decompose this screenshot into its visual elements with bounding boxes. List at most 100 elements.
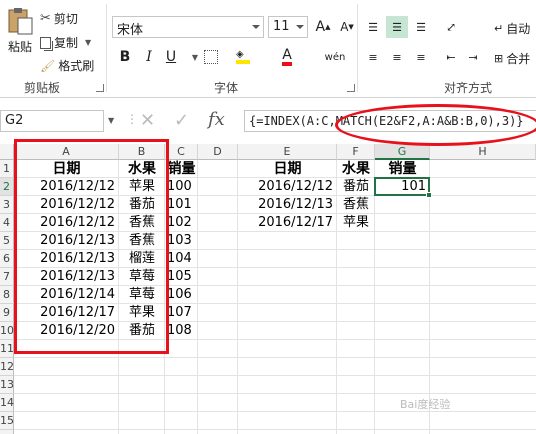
red-highlight-rectangle xyxy=(14,139,169,354)
grow-font-button[interactable]: A ▲ xyxy=(312,16,334,38)
row-header-14[interactable]: 14 xyxy=(0,394,14,412)
cell-f2[interactable]: 番茄 xyxy=(337,178,375,196)
borders-button[interactable] xyxy=(200,46,222,68)
fill-color-button[interactable]: ◈ xyxy=(232,46,254,68)
column-header-f[interactable]: F xyxy=(337,144,375,160)
font-dialog-launcher[interactable] xyxy=(347,84,355,92)
row-header-2[interactable]: 2 xyxy=(0,178,14,196)
cell-f1[interactable]: 水果 xyxy=(337,160,375,178)
underline-label: U xyxy=(165,49,177,65)
cell-e4[interactable]: 2016/12/17 xyxy=(238,214,337,232)
indent-icon: ⇤ xyxy=(446,50,456,64)
cell-c10[interactable]: 108 xyxy=(165,322,198,340)
row-header-7[interactable]: 7 xyxy=(0,268,14,286)
clipboard-dialog-launcher[interactable] xyxy=(96,84,104,92)
wrap-text-button[interactable]: ↵ 自动 xyxy=(494,20,530,37)
row-header-8[interactable]: 8 xyxy=(0,286,14,304)
merge-button[interactable]: ⊞ 合并 xyxy=(494,50,530,67)
row-header-1[interactable]: 1 xyxy=(0,160,14,178)
watermark: Bai度经验 xyxy=(400,398,451,411)
font-size-combo[interactable]: 11 xyxy=(268,16,308,38)
row-header-13[interactable]: 13 xyxy=(0,376,14,394)
name-box-dropdown-icon[interactable]: ▼ xyxy=(108,116,114,125)
formula-buttons: ▼ ⋮ ✕ ✓ fx xyxy=(108,109,240,132)
wrap-text-icon: ↵ xyxy=(494,22,504,35)
brush-icon: 🖌 xyxy=(40,58,56,73)
align-middle-icon: ☰ xyxy=(392,20,402,34)
font-name-value: 宋体 xyxy=(117,23,144,38)
column-header-e[interactable]: E xyxy=(238,144,337,160)
copy-label: 复制 xyxy=(54,36,79,50)
phonetic-button[interactable]: wén xyxy=(324,46,346,68)
paste-label: 粘贴 xyxy=(7,40,32,54)
orientation-button[interactable]: ⤢ xyxy=(440,16,462,38)
group-separator xyxy=(357,4,358,92)
column-header-c[interactable]: C xyxy=(165,144,198,160)
row-header-4[interactable]: 4 xyxy=(0,214,14,232)
active-cell-selection[interactable] xyxy=(374,177,432,198)
align-left-button[interactable]: ≡ xyxy=(362,46,384,68)
bold-button[interactable]: B xyxy=(114,46,136,68)
cell-c7[interactable]: 105 xyxy=(165,268,198,286)
font-color-button[interactable]: A xyxy=(276,46,298,68)
row-header-11[interactable]: 11 xyxy=(0,340,14,358)
cell-f4[interactable]: 苹果 xyxy=(337,214,375,232)
cancel-icon[interactable]: ✕ xyxy=(140,110,155,131)
row-header-5[interactable]: 5 xyxy=(0,232,14,250)
group-separator xyxy=(106,4,107,92)
cell-c9[interactable]: 107 xyxy=(165,304,198,322)
cell-e2[interactable]: 2016/12/12 xyxy=(238,178,337,196)
select-all-corner[interactable] xyxy=(0,144,14,160)
cell-c3[interactable]: 101 xyxy=(165,196,198,214)
cell-e3[interactable]: 2016/12/13 xyxy=(238,196,337,214)
fill-handle[interactable] xyxy=(426,192,432,198)
copy-button[interactable]: 复制 ▼ xyxy=(40,34,91,51)
row-header-6[interactable]: 6 xyxy=(0,250,14,268)
cell-c4[interactable]: 102 xyxy=(165,214,198,232)
align-bottom-button[interactable]: ☰ xyxy=(410,16,432,38)
format-painter-button[interactable]: 🖌 格式刷 xyxy=(40,57,94,74)
column-header-d[interactable]: D xyxy=(198,144,238,160)
paste-button[interactable]: 粘贴 xyxy=(6,6,34,55)
align-right-icon: ≡ xyxy=(416,50,426,64)
row-header-15[interactable]: 15 xyxy=(0,412,14,430)
cell-e1[interactable]: 日期 xyxy=(238,160,337,178)
cell-g4[interactable] xyxy=(375,214,430,232)
row-header-10[interactable]: 10 xyxy=(0,322,14,340)
align-middle-button[interactable]: ☰ xyxy=(386,16,408,38)
clipboard-group-label: 剪贴板 xyxy=(24,81,61,95)
cell-c2[interactable]: 100 xyxy=(165,178,198,196)
row-header-12[interactable]: 12 xyxy=(0,358,14,376)
cell-g1[interactable]: 销量 xyxy=(375,160,430,178)
shrink-font-label: A xyxy=(340,20,349,34)
align-right-button[interactable]: ≡ xyxy=(410,46,432,68)
row-header-9[interactable]: 9 xyxy=(0,304,14,322)
row-header-3[interactable]: 3 xyxy=(0,196,14,214)
underline-button[interactable]: U xyxy=(160,46,182,68)
indent-button[interactable]: ⇤ xyxy=(440,46,462,68)
insert-function-icon[interactable]: fx xyxy=(208,109,225,130)
cell-c6[interactable]: 104 xyxy=(165,250,198,268)
align-center-button[interactable]: ≡ xyxy=(386,46,408,68)
outdent-button[interactable]: ⇥ xyxy=(462,46,484,68)
name-box[interactable]: G2 xyxy=(0,110,104,132)
column-header-g[interactable]: G xyxy=(375,144,430,160)
font-name-combo[interactable]: 宋体 xyxy=(112,16,264,38)
align-bottom-icon: ☰ xyxy=(416,20,426,34)
gridline-horizontal xyxy=(14,429,536,430)
align-top-icon: ☰ xyxy=(368,20,378,34)
copy-dropdown-icon[interactable]: ▼ xyxy=(85,38,91,47)
enter-icon[interactable]: ✓ xyxy=(174,110,189,131)
cut-button[interactable]: ✂ 剪切 xyxy=(40,10,78,27)
format-painter-label: 格式刷 xyxy=(58,59,95,73)
cell-c8[interactable]: 106 xyxy=(165,286,198,304)
cell-g3[interactable] xyxy=(375,196,430,214)
italic-button[interactable]: I xyxy=(138,46,160,68)
cell-c1[interactable]: 销量 xyxy=(165,160,198,178)
row-header-16[interactable]: 16 xyxy=(0,430,14,434)
align-top-button[interactable]: ☰ xyxy=(362,16,384,38)
cell-c5[interactable]: 103 xyxy=(165,232,198,250)
shrink-font-button[interactable]: A ▼ xyxy=(336,16,358,38)
column-header-h[interactable]: H xyxy=(430,144,536,160)
cell-f3[interactable]: 香蕉 xyxy=(337,196,375,214)
